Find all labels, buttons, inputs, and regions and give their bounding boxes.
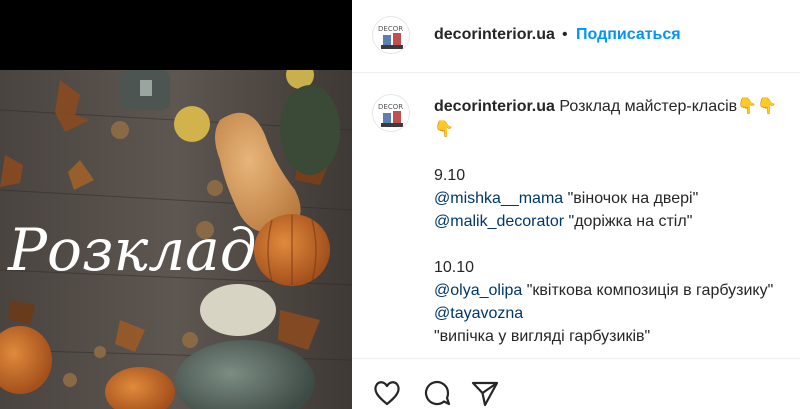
heart-icon[interactable] bbox=[372, 378, 402, 408]
mention-link[interactable]: @malik_decorator bbox=[434, 213, 564, 230]
caption-line: @malik_decorator "доріжка на стіл" bbox=[434, 213, 693, 230]
post-image[interactable]: Розклад bbox=[0, 70, 352, 409]
avatar[interactable]: DECOR bbox=[372, 16, 410, 54]
caption-intro: Розклад майстер-класів👇👇 bbox=[559, 98, 778, 115]
mention-link[interactable]: @tayavozna bbox=[434, 305, 523, 322]
image-overlay-text: Розклад bbox=[7, 216, 256, 284]
caption-date: 10.10 bbox=[434, 259, 475, 276]
mention-link[interactable]: @mishka__mama bbox=[434, 190, 563, 207]
caption-intro-cont: 👇 bbox=[434, 121, 454, 138]
comment-icon[interactable] bbox=[422, 378, 452, 408]
caption-first-line: decorinterior.ua Розклад майстер-класів👇… bbox=[434, 95, 800, 118]
follow-button[interactable]: Подписаться bbox=[576, 26, 681, 44]
caption-username[interactable]: decorinterior.ua bbox=[434, 98, 555, 115]
caption-date: 9.10 bbox=[434, 167, 466, 184]
post-detail-pane: DECOR decorinterior.ua • Подписаться DEC… bbox=[352, 0, 800, 409]
post-username[interactable]: decorinterior.ua bbox=[434, 26, 555, 44]
actions-divider bbox=[352, 358, 800, 359]
post-header: DECOR decorinterior.ua • Подписаться bbox=[352, 0, 800, 73]
post-media-pane: Розклад bbox=[0, 0, 352, 409]
separator-dot: • bbox=[562, 26, 568, 43]
mention-link[interactable]: @olya_olipa bbox=[434, 282, 522, 299]
share-icon[interactable] bbox=[470, 378, 500, 408]
caption-line: "випічка у вигляді гарбузиків" bbox=[434, 328, 651, 345]
svg-text:DECOR: DECOR bbox=[378, 25, 403, 33]
caption-line: @tayavozna bbox=[434, 302, 800, 325]
caption-line: @mishka__mama "віночок на двері" bbox=[434, 190, 699, 207]
post-caption: decorinterior.ua Розклад майстер-класів👇… bbox=[434, 95, 800, 348]
caption-line: @olya_olipa "квіткова композиція в гарбу… bbox=[434, 282, 774, 299]
svg-text:DECOR: DECOR bbox=[378, 103, 403, 111]
caption-avatar[interactable]: DECOR bbox=[372, 94, 410, 132]
